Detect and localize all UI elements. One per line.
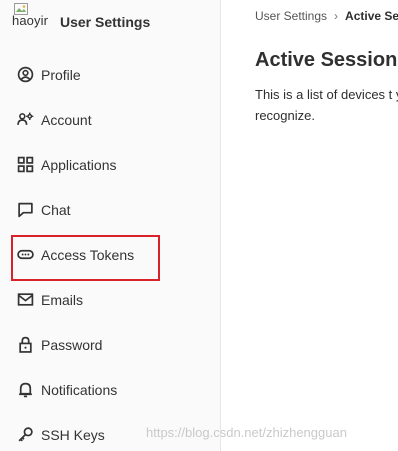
sidebar-item-account[interactable]: Account: [0, 97, 221, 142]
sidebar-header: haoyin User Settings: [0, 0, 221, 44]
sidebar: haoyin User Settings Profile Account App…: [0, 0, 221, 451]
page-description: This is a list of devices t your account…: [255, 87, 398, 123]
breadcrumb: User Settings › Active Ses: [255, 9, 398, 23]
sidebar-item-label: Profile: [41, 66, 81, 83]
access-tokens-icon: [16, 246, 34, 264]
main-content: User Settings › Active Ses Active Sessions…: [222, 0, 398, 451]
sidebar-title[interactable]: User Settings: [60, 14, 150, 30]
profile-icon: [16, 66, 34, 84]
breadcrumb-current: Active Ses: [345, 9, 398, 23]
key-icon: [16, 426, 34, 444]
sidebar-item-applications[interactable]: Applications: [0, 142, 221, 187]
sidebar-item-chat[interactable]: Chat: [0, 187, 221, 232]
bell-icon: [16, 381, 34, 399]
avatar[interactable]: haoyin: [12, 2, 48, 38]
sidebar-item-label: Account: [41, 111, 92, 128]
settings-page: haoyin User Settings Profile Account App…: [0, 0, 398, 451]
sidebar-item-label: Chat: [41, 201, 71, 218]
lock-icon: [16, 336, 34, 354]
page-title: Active Sessions: [255, 49, 398, 71]
sidebar-item-notifications[interactable]: Notifications: [0, 367, 221, 412]
avatar-alt-text: haoyin: [12, 13, 48, 28]
breadcrumb-parent-link[interactable]: User Settings: [255, 9, 327, 23]
breadcrumb-separator-icon: ›: [334, 9, 339, 23]
sidebar-item-label: Emails: [41, 291, 84, 308]
applications-icon: [16, 156, 34, 174]
chat-icon: [16, 201, 34, 219]
sidebar-item-label: SSH Keys: [41, 426, 105, 443]
sidebar-item-label: Password: [41, 336, 103, 353]
watermark: https://blog.csdn.net/zhizhengguan: [146, 425, 347, 440]
sidebar-item-emails[interactable]: Emails: [0, 277, 221, 322]
emails-icon: [16, 291, 34, 309]
account-icon: [16, 111, 34, 129]
sidebar-item-label: Access Tokens: [41, 246, 135, 263]
sidebar-item-label: Notifications: [41, 381, 118, 398]
sidebar-item-label: Applications: [41, 156, 117, 173]
sidebar-item-access-tokens[interactable]: Access Tokens: [0, 232, 221, 277]
sidebar-item-profile[interactable]: Profile: [0, 52, 221, 97]
sidebar-item-password[interactable]: Password: [0, 322, 221, 367]
